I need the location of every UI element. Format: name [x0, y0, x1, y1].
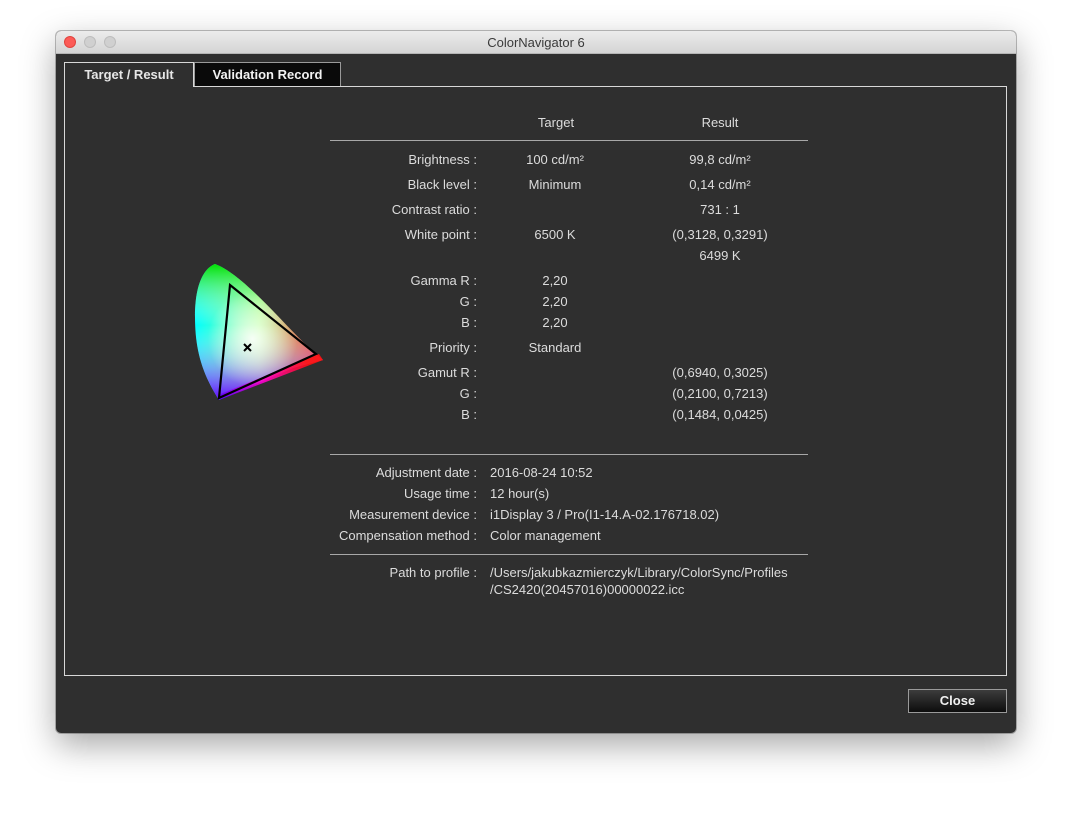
row-label: Priority :: [429, 340, 477, 355]
row-label: G :: [459, 386, 477, 401]
profile-path-line1: /Users/jakubkazmierczyk/Library/ColorSyn…: [490, 565, 788, 580]
info-label: Measurement device :: [349, 507, 477, 522]
divider: [330, 140, 808, 141]
target-value: Standard: [528, 340, 582, 355]
row-label: Gamut R :: [417, 365, 477, 380]
target-value: 2,20: [542, 294, 568, 309]
row-label: B :: [461, 407, 477, 422]
result-value: 99,8 cd/m²: [689, 152, 751, 167]
path-label: Path to profile :: [389, 565, 477, 580]
info-label: Compensation method :: [338, 528, 477, 543]
usage-time: 12 hour(s): [490, 486, 550, 501]
window-title: ColorNavigator 6: [487, 35, 585, 50]
tab-validation-record[interactable]: Validation Record: [194, 62, 341, 86]
row-label: White point :: [404, 227, 477, 242]
result-value: (0,2100, 0,7213): [672, 386, 768, 401]
target-value: 2,20: [542, 273, 568, 288]
target-value: 2,20: [542, 315, 568, 330]
tab-target-result[interactable]: Target / Result: [64, 62, 194, 87]
target-value: 100 cd/m²: [526, 152, 584, 167]
row-label: Gamma R :: [410, 273, 477, 288]
target-value: Minimum: [528, 177, 582, 192]
result-value: 731 : 1: [700, 202, 740, 217]
row-label: G :: [459, 294, 477, 309]
info-label: Adjustment date :: [375, 465, 477, 480]
result-value: 0,14 cd/m²: [689, 177, 751, 192]
row-label: Contrast ratio :: [391, 202, 477, 217]
adjustment-date: 2016-08-24 10:52: [490, 465, 593, 480]
result-value-kelvin: 6499 K: [699, 248, 741, 263]
title-bar: ColorNavigator 6: [56, 31, 1016, 54]
header-result: Result: [701, 115, 739, 130]
row-label: Black level :: [407, 177, 477, 192]
target-result-panel: Target Result Brightness : 100 cd/m² 99,…: [64, 86, 1007, 676]
profile-path-line2: /CS2420(20457016)00000022.icc: [490, 582, 685, 597]
row-label: B :: [461, 315, 477, 330]
target-value: 6500 K: [534, 227, 576, 242]
divider: [330, 454, 808, 455]
result-value: (0,1484, 0,0425): [672, 407, 768, 422]
header-target: Target: [537, 115, 575, 130]
info-label: Usage time :: [404, 486, 477, 501]
result-value: (0,6940, 0,3025): [672, 365, 768, 380]
close-button[interactable]: Close: [908, 689, 1007, 713]
colornavigator-window: ColorNavigator 6 Target / Result Validat…: [56, 31, 1016, 733]
divider: [330, 554, 808, 555]
compensation-method: Color management: [490, 528, 601, 543]
result-value: (0,3128, 0,3291): [672, 227, 768, 242]
row-label: Brightness :: [408, 152, 477, 167]
measurement-device: i1Display 3 / Pro(I1-14.A-02.176718.02): [490, 507, 720, 522]
